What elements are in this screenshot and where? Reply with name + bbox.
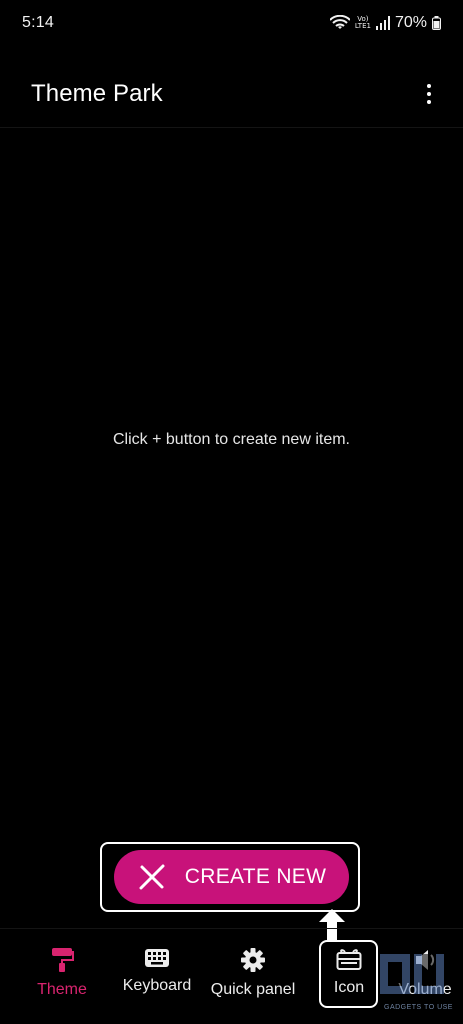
wifi-icon xyxy=(329,15,350,29)
battery-percent: 70% xyxy=(394,14,427,31)
nav-item-theme[interactable]: Theme xyxy=(36,947,88,999)
more-vertical-icon xyxy=(427,83,431,88)
nav-item-keyboard[interactable]: Keyboard xyxy=(120,947,194,995)
status-time: 5:14 xyxy=(22,14,54,31)
watermark-logo xyxy=(380,954,444,994)
gear-icon xyxy=(241,948,265,972)
keyboard-icon xyxy=(145,949,169,967)
volte-indicator: Vo) LTE1 xyxy=(354,15,371,30)
app-bar: Theme Park xyxy=(0,60,463,128)
icon-tab-highlight xyxy=(319,940,378,1008)
create-new-label: CREATE NEW xyxy=(184,865,327,888)
more-options-button[interactable] xyxy=(417,74,441,114)
battery-icon xyxy=(432,16,441,30)
status-bar: 5:14 Vo) LTE1 70% xyxy=(0,0,463,46)
plus-icon xyxy=(139,864,165,890)
nav-label-theme: Theme xyxy=(37,981,87,998)
watermark-text: GADGETS TO USE xyxy=(384,1004,453,1011)
create-new-button[interactable]: CREATE NEW xyxy=(114,850,349,904)
empty-state-message: Click + button to create new item. xyxy=(113,431,350,448)
page-title: Theme Park xyxy=(31,79,163,107)
nav-label-keyboard: Keyboard xyxy=(122,977,192,994)
signal-icon xyxy=(375,16,390,30)
nav-item-quick-panel[interactable]: Quick panel xyxy=(208,947,298,999)
status-icons: Vo) LTE1 70% xyxy=(329,14,441,32)
paint-roller-icon xyxy=(52,948,74,972)
nav-label-quick-panel: Quick panel xyxy=(210,981,296,998)
